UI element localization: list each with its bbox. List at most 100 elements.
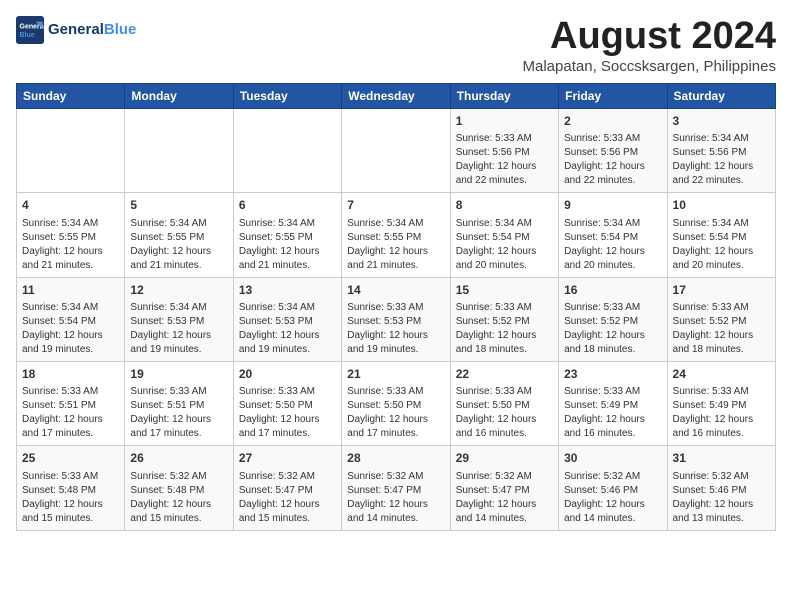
day-header-saturday: Saturday xyxy=(667,83,775,108)
calendar-cell: 11Sunrise: 5:34 AM Sunset: 5:54 PM Dayli… xyxy=(17,277,125,361)
day-info: Sunrise: 5:34 AM Sunset: 5:54 PM Dayligh… xyxy=(673,217,770,273)
calendar-cell: 6 Sunrise: 5:34 AM Sunset: 5:55 PM Daylig… xyxy=(233,193,341,277)
day-info: Sunrise: 5:32 AM Sunset: 5:46 PM Dayligh… xyxy=(673,470,770,526)
calendar-cell: 22Sunrise: 5:33 AM Sunset: 5:50 PM Dayli… xyxy=(450,361,558,445)
day-number: 3 xyxy=(673,113,770,130)
day-info: Sunrise: 5:32 AM Sunset: 5:46 PM Dayligh… xyxy=(564,470,661,526)
day-info: Sunrise: 5:33 AM Sunset: 5:51 PM Dayligh… xyxy=(22,385,119,441)
calendar-cell: 9Sunrise: 5:34 AM Sunset: 5:54 PM Daylig… xyxy=(559,193,667,277)
day-header-tuesday: Tuesday xyxy=(233,83,341,108)
day-info: Sunrise: 5:32 AM Sunset: 5:47 PM Dayligh… xyxy=(456,470,553,526)
calendar-cell: 10 Sunrise: 5:34 AM Sunset: 5:54 PM Dayli… xyxy=(667,193,775,277)
day-number: 13 xyxy=(239,282,336,299)
day-info: Sunrise: 5:34 AM Sunset: 5:54 PM Dayligh… xyxy=(456,217,553,273)
day-number: 19 xyxy=(130,366,227,383)
day-number: 23 xyxy=(564,366,661,383)
calendar-week-row: 25 Sunrise: 5:33 AM Sunset: 5:48 PM Dayli… xyxy=(17,446,776,530)
day-number: 11 xyxy=(22,282,119,299)
day-number: 9 xyxy=(564,197,661,214)
day-number: 14 xyxy=(347,282,444,299)
day-info: Sunrise: 5:33 AM Sunset: 5:52 PM Dayligh… xyxy=(456,301,553,357)
calendar-cell: 30 Sunrise: 5:32 AM Sunset: 5:46 PM Dayli… xyxy=(559,446,667,530)
logo: General Blue GeneralBlue xyxy=(16,16,136,44)
day-info: Sunrise: 5:33 AM Sunset: 5:49 PM Dayligh… xyxy=(564,385,661,441)
calendar-cell xyxy=(233,108,341,192)
calendar-cell: 1 Sunrise: 5:33 AM Sunset: 5:56 PM Daylig… xyxy=(450,108,558,192)
calendar-cell: 24 Sunrise: 5:33 AM Sunset: 5:49 PM Dayli… xyxy=(667,361,775,445)
day-header-friday: Friday xyxy=(559,83,667,108)
calendar-cell: 17 Sunrise: 5:33 AM Sunset: 5:52 PM Dayli… xyxy=(667,277,775,361)
day-info: Sunrise: 5:33 AM Sunset: 5:56 PM Dayligh… xyxy=(564,132,661,188)
calendar-cell: 21 Sunrise: 5:33 AM Sunset: 5:50 PM Dayli… xyxy=(342,361,450,445)
day-number: 16 xyxy=(564,282,661,299)
calendar-body: 1 Sunrise: 5:33 AM Sunset: 5:56 PM Daylig… xyxy=(17,108,776,530)
day-info: Sunrise: 5:33 AM Sunset: 5:50 PM Dayligh… xyxy=(347,385,444,441)
day-number: 1 xyxy=(456,113,553,130)
calendar-cell: 31 Sunrise: 5:32 AM Sunset: 5:46 PM Dayli… xyxy=(667,446,775,530)
calendar-cell: 18Sunrise: 5:33 AM Sunset: 5:51 PM Dayli… xyxy=(17,361,125,445)
day-info: Sunrise: 5:33 AM Sunset: 5:53 PM Dayligh… xyxy=(347,301,444,357)
day-number: 31 xyxy=(673,450,770,467)
day-number: 17 xyxy=(673,282,770,299)
calendar-cell: 14 Sunrise: 5:33 AM Sunset: 5:53 PM Dayli… xyxy=(342,277,450,361)
day-info: Sunrise: 5:34 AM Sunset: 5:55 PM Dayligh… xyxy=(347,217,444,273)
calendar-cell: 28 Sunrise: 5:32 AM Sunset: 5:47 PM Dayli… xyxy=(342,446,450,530)
day-number: 15 xyxy=(456,282,553,299)
day-header-monday: Monday xyxy=(125,83,233,108)
calendar-cell: 8 Sunrise: 5:34 AM Sunset: 5:54 PM Daylig… xyxy=(450,193,558,277)
location: Malapatan, Soccsksargen, Philippines xyxy=(523,58,776,75)
day-info: Sunrise: 5:32 AM Sunset: 5:47 PM Dayligh… xyxy=(239,470,336,526)
day-header-sunday: Sunday xyxy=(17,83,125,108)
day-number: 5 xyxy=(130,197,227,214)
day-info: Sunrise: 5:34 AM Sunset: 5:55 PM Dayligh… xyxy=(239,217,336,273)
day-number: 29 xyxy=(456,450,553,467)
day-info: Sunrise: 5:33 AM Sunset: 5:49 PM Dayligh… xyxy=(673,385,770,441)
day-header-thursday: Thursday xyxy=(450,83,558,108)
calendar-cell: 27Sunrise: 5:32 AM Sunset: 5:47 PM Dayli… xyxy=(233,446,341,530)
day-info: Sunrise: 5:33 AM Sunset: 5:52 PM Dayligh… xyxy=(673,301,770,357)
calendar-cell: 25 Sunrise: 5:33 AM Sunset: 5:48 PM Dayli… xyxy=(17,446,125,530)
day-number: 10 xyxy=(673,197,770,214)
header: General Blue GeneralBlue August 2024 Mal… xyxy=(16,16,776,75)
day-info: Sunrise: 5:34 AM Sunset: 5:55 PM Dayligh… xyxy=(130,217,227,273)
day-info: Sunrise: 5:33 AM Sunset: 5:48 PM Dayligh… xyxy=(22,470,119,526)
calendar-table: SundayMondayTuesdayWednesdayThursdayFrid… xyxy=(16,83,776,531)
day-info: Sunrise: 5:32 AM Sunset: 5:48 PM Dayligh… xyxy=(130,470,227,526)
calendar-week-row: 11Sunrise: 5:34 AM Sunset: 5:54 PM Dayli… xyxy=(17,277,776,361)
month-year: August 2024 xyxy=(523,16,776,58)
day-number: 21 xyxy=(347,366,444,383)
day-number: 4 xyxy=(22,197,119,214)
day-number: 6 xyxy=(239,197,336,214)
day-number: 25 xyxy=(22,450,119,467)
calendar-cell: 2 Sunrise: 5:33 AM Sunset: 5:56 PM Daylig… xyxy=(559,108,667,192)
day-info: Sunrise: 5:34 AM Sunset: 5:53 PM Dayligh… xyxy=(239,301,336,357)
calendar-cell: 26 Sunrise: 5:32 AM Sunset: 5:48 PM Dayli… xyxy=(125,446,233,530)
day-number: 26 xyxy=(130,450,227,467)
calendar-cell: 19Sunrise: 5:33 AM Sunset: 5:51 PM Dayli… xyxy=(125,361,233,445)
day-number: 12 xyxy=(130,282,227,299)
day-number: 8 xyxy=(456,197,553,214)
day-number: 20 xyxy=(239,366,336,383)
day-number: 7 xyxy=(347,197,444,214)
title-area: August 2024 Malapatan, Soccsksargen, Phi… xyxy=(523,16,776,75)
day-number: 28 xyxy=(347,450,444,467)
calendar-cell: 7 Sunrise: 5:34 AM Sunset: 5:55 PM Daylig… xyxy=(342,193,450,277)
day-number: 24 xyxy=(673,366,770,383)
day-number: 30 xyxy=(564,450,661,467)
logo-text: GeneralBlue xyxy=(48,22,136,39)
calendar-cell: 4 Sunrise: 5:34 AM Sunset: 5:55 PM Daylig… xyxy=(17,193,125,277)
calendar-cell xyxy=(342,108,450,192)
day-info: Sunrise: 5:33 AM Sunset: 5:52 PM Dayligh… xyxy=(564,301,661,357)
calendar-cell: 5 Sunrise: 5:34 AM Sunset: 5:55 PM Daylig… xyxy=(125,193,233,277)
calendar-header-row: SundayMondayTuesdayWednesdayThursdayFrid… xyxy=(17,83,776,108)
calendar-cell: 3Sunrise: 5:34 AM Sunset: 5:56 PM Daylig… xyxy=(667,108,775,192)
calendar-cell: 29 Sunrise: 5:32 AM Sunset: 5:47 PM Dayli… xyxy=(450,446,558,530)
day-header-wednesday: Wednesday xyxy=(342,83,450,108)
day-info: Sunrise: 5:33 AM Sunset: 5:56 PM Dayligh… xyxy=(456,132,553,188)
day-number: 2 xyxy=(564,113,661,130)
calendar-cell: 23 Sunrise: 5:33 AM Sunset: 5:49 PM Dayli… xyxy=(559,361,667,445)
day-info: Sunrise: 5:32 AM Sunset: 5:47 PM Dayligh… xyxy=(347,470,444,526)
day-info: Sunrise: 5:34 AM Sunset: 5:55 PM Dayligh… xyxy=(22,217,119,273)
calendar-week-row: 1 Sunrise: 5:33 AM Sunset: 5:56 PM Daylig… xyxy=(17,108,776,192)
calendar-week-row: 4 Sunrise: 5:34 AM Sunset: 5:55 PM Daylig… xyxy=(17,193,776,277)
